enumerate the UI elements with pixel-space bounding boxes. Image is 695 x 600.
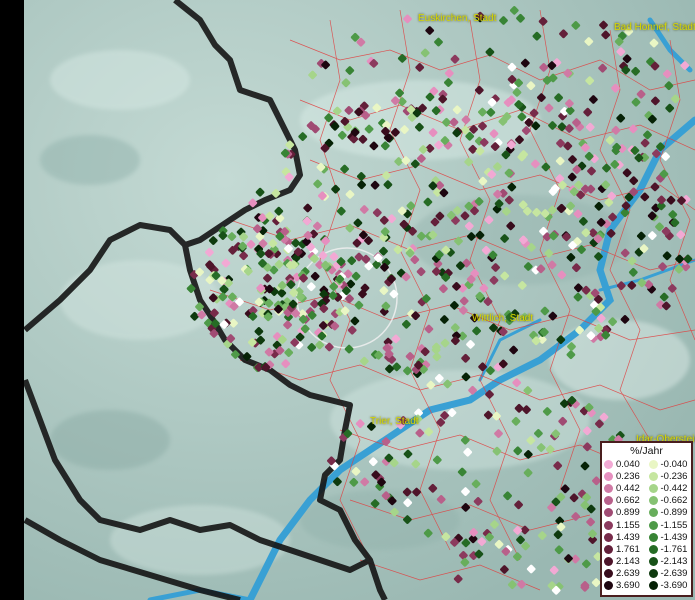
- city-label-trier: Trier, Stadt: [370, 416, 419, 427]
- legend-label: -0.236: [660, 470, 688, 482]
- legend-row: 0.040 -0.040: [602, 458, 691, 470]
- legend-entry-negative: -0.899: [647, 507, 692, 518]
- legend-swatch: [648, 471, 658, 481]
- legend-label: 0.442: [616, 482, 640, 494]
- legend-swatch: [604, 483, 613, 493]
- legend-entry-negative: -0.040: [647, 459, 692, 470]
- legend-entry-positive: 1.155: [602, 520, 647, 531]
- legend-label: -0.442: [660, 482, 688, 494]
- legend-panel: %/Jahr 0.040 -0.040 0.236 -0.236 0.442 -0.442…: [600, 441, 693, 597]
- legend-entry-negative: -0.442: [647, 483, 692, 494]
- legend-entry-negative: -3.690: [647, 580, 692, 591]
- legend-swatch: [604, 471, 613, 481]
- legend-entry-negative: -0.662: [647, 495, 692, 506]
- legend-label: 0.899: [616, 507, 640, 519]
- legend-label: -2.639: [660, 568, 688, 580]
- legend-label: 1.761: [616, 543, 640, 555]
- legend-entry-positive: 0.442: [602, 483, 647, 494]
- legend-row: 1.439 -1.439: [602, 531, 691, 543]
- legend-swatch: [604, 508, 613, 518]
- legend-label: -2.143: [660, 556, 688, 568]
- legend-swatch: [604, 459, 613, 469]
- legend-label: 2.143: [616, 556, 640, 568]
- legend-label: 3.690: [616, 580, 640, 592]
- legend-row: 0.236 -0.236: [602, 470, 691, 482]
- legend-entry-negative: -1.439: [647, 532, 692, 543]
- legend-entry-positive: 0.236: [602, 471, 647, 482]
- legend-entry-negative: -1.761: [647, 544, 692, 555]
- legend-swatch: [604, 581, 613, 591]
- legend-entry-positive: 0.662: [602, 495, 647, 506]
- legend-entry-positive: 0.899: [602, 507, 647, 518]
- legend-label: 1.439: [616, 531, 640, 543]
- legend-swatch: [604, 557, 613, 567]
- legend-label: 1.155: [616, 519, 640, 531]
- legend-swatch: [648, 557, 658, 567]
- legend-label: 0.236: [616, 470, 640, 482]
- legend-swatch: [648, 508, 658, 518]
- city-label-euskirchen: Euskirchen, Stadt: [418, 13, 497, 24]
- legend-entry-positive: 0.040: [602, 459, 647, 470]
- legend-label: -0.899: [660, 507, 688, 519]
- legend-label: 0.662: [616, 495, 640, 507]
- legend-swatch: [648, 483, 658, 493]
- legend-swatch: [648, 520, 658, 530]
- left-edge-bar: [0, 0, 24, 600]
- legend-swatch: [604, 520, 613, 530]
- legend-entry-positive: 2.639: [602, 568, 647, 579]
- legend-row: 0.899 -0.899: [602, 507, 691, 519]
- legend-swatch: [648, 581, 658, 591]
- legend-entry-positive: 1.761: [602, 544, 647, 555]
- legend-swatch: [648, 459, 658, 469]
- legend-swatch: [604, 569, 613, 579]
- legend-entry-negative: -2.143: [647, 556, 692, 567]
- legend-swatch: [604, 532, 613, 542]
- legend-swatch: [604, 544, 613, 554]
- legend-swatch: [604, 496, 613, 506]
- legend-title: %/Jahr: [630, 445, 663, 457]
- legend-row: 0.442 -0.442: [602, 482, 691, 494]
- legend-entry-negative: -0.236: [647, 471, 692, 482]
- legend-row: 2.143 -2.143: [602, 556, 691, 568]
- map-canvas[interactable]: [0, 0, 695, 600]
- legend-entry-positive: 2.143: [602, 556, 647, 567]
- legend-row: 1.155 -1.155: [602, 519, 691, 531]
- legend-swatch: [648, 569, 658, 579]
- legend-label: 2.639: [616, 568, 640, 580]
- legend-entry-negative: -2.639: [647, 568, 692, 579]
- legend-swatch: [648, 496, 658, 506]
- legend-row: 2.639 -2.639: [602, 568, 691, 580]
- legend-entry-positive: 1.439: [602, 532, 647, 543]
- city-label-wittlich: Wittlich, Stadt: [472, 313, 534, 324]
- legend-label: -1.155: [660, 519, 688, 531]
- legend-label: -0.040: [660, 458, 688, 470]
- legend-entry-negative: -1.155: [647, 520, 692, 531]
- legend-swatch: [648, 532, 658, 542]
- legend-row: 0.662 -0.662: [602, 495, 691, 507]
- legend-label: 0.040: [616, 458, 640, 470]
- legend-label: -1.439: [660, 531, 688, 543]
- legend-entry-positive: 3.690: [602, 580, 647, 591]
- city-label-bad-honnef: Bad Honnef, Stadt: [614, 22, 695, 33]
- legend-swatch: [648, 544, 658, 554]
- legend-rows: 0.040 -0.040 0.236 -0.236 0.442 -0.442 0.662 -0…: [602, 458, 691, 592]
- legend-row: 1.761 -1.761: [602, 543, 691, 555]
- legend-row: 3.690 -3.690: [602, 580, 691, 592]
- legend-label: -0.662: [660, 495, 688, 507]
- legend-label: -3.690: [660, 580, 688, 592]
- legend-label: -1.761: [660, 543, 688, 555]
